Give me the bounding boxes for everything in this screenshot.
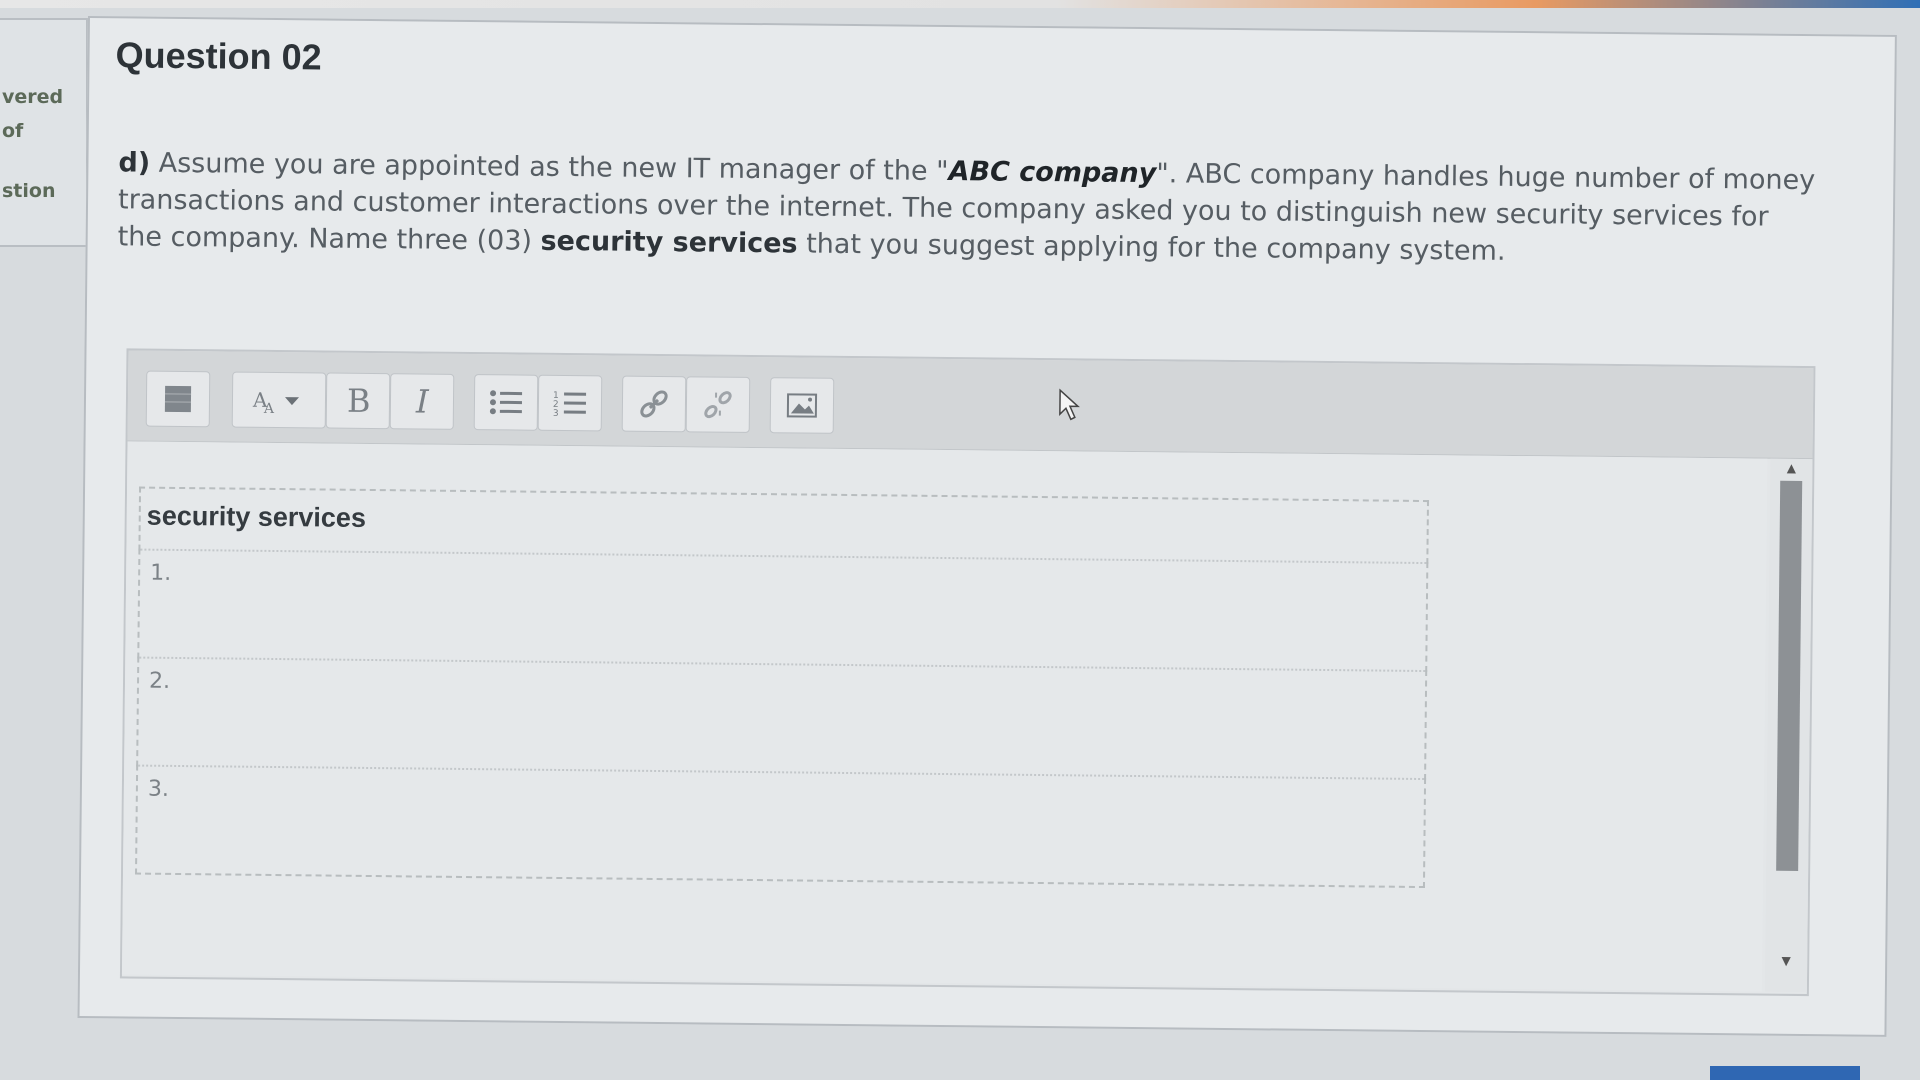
- show-more-icon: [163, 384, 193, 414]
- row-number: 2.: [148, 668, 171, 694]
- editor-content-area[interactable]: security services 1. 2. 3.: [121, 441, 1768, 992]
- top-strip: [0, 0, 1920, 8]
- row-number: 1.: [150, 560, 172, 586]
- numbered-list-icon: 123: [553, 388, 587, 418]
- mouse-cursor-icon: [1058, 388, 1080, 426]
- bold-button[interactable]: B: [325, 372, 391, 430]
- image-icon: [786, 391, 818, 419]
- italic-button[interactable]: I: [389, 373, 455, 430]
- editor-scrollbar[interactable]: ▲ ▼: [1764, 458, 1813, 993]
- table-row[interactable]: 1.: [138, 549, 1428, 672]
- question-bold-phrase: security services: [540, 225, 798, 260]
- scroll-thumb[interactable]: [1776, 480, 1803, 871]
- answer-editor: AA B I 123 security services 1. 2. 3. ▲ …: [119, 348, 1816, 997]
- info-line-flag: stion: [2, 180, 56, 202]
- question-part-label: d): [118, 147, 151, 179]
- row-number: 3.: [147, 776, 170, 802]
- question-title: Question 02: [115, 34, 322, 78]
- question-card: Question 02 d) Assume you are appointed …: [77, 16, 1897, 1037]
- font-size-button[interactable]: AA: [231, 371, 327, 429]
- font-size-icon: AA: [251, 385, 307, 415]
- company-name: ABC company: [948, 156, 1157, 190]
- info-line-status: vered: [2, 86, 64, 108]
- link-icon: [638, 388, 670, 420]
- svg-text:A: A: [263, 401, 275, 415]
- question-text-before: Assume you are appointed as the new IT m…: [149, 147, 949, 188]
- unlink-button[interactable]: [685, 376, 751, 433]
- table-header-label: security services: [146, 500, 367, 533]
- info-line-marks: of: [2, 120, 24, 142]
- question-info-panel: vered of stion: [0, 18, 88, 247]
- bullet-list-icon: [489, 387, 523, 417]
- svg-text:3: 3: [553, 409, 559, 418]
- scroll-down-arrow-icon[interactable]: ▼: [1775, 954, 1797, 972]
- numbered-list-button[interactable]: 123: [537, 374, 603, 432]
- editor-toolbar: AA B I 123: [127, 350, 1814, 460]
- bullet-list-button[interactable]: [473, 374, 539, 431]
- bold-icon: B: [343, 384, 373, 418]
- svg-text:I: I: [415, 384, 430, 418]
- table-row[interactable]: 3.: [136, 766, 1425, 887]
- question-text: d) Assume you are appointed as the new I…: [117, 144, 1818, 273]
- next-page-button[interactable]: [1710, 1066, 1860, 1080]
- scroll-up-arrow-icon[interactable]: ▲: [1780, 461, 1802, 479]
- italic-icon: I: [407, 384, 437, 418]
- answer-table: security services 1. 2. 3.: [135, 486, 1430, 889]
- table-row[interactable]: 2.: [137, 657, 1427, 780]
- show-more-button[interactable]: [145, 370, 211, 428]
- question-text-end: that you suggest applying for the compan…: [797, 228, 1506, 267]
- link-button[interactable]: [621, 375, 687, 433]
- image-button[interactable]: [769, 377, 835, 434]
- svg-text:B: B: [347, 384, 371, 418]
- unlink-icon: [702, 388, 734, 420]
